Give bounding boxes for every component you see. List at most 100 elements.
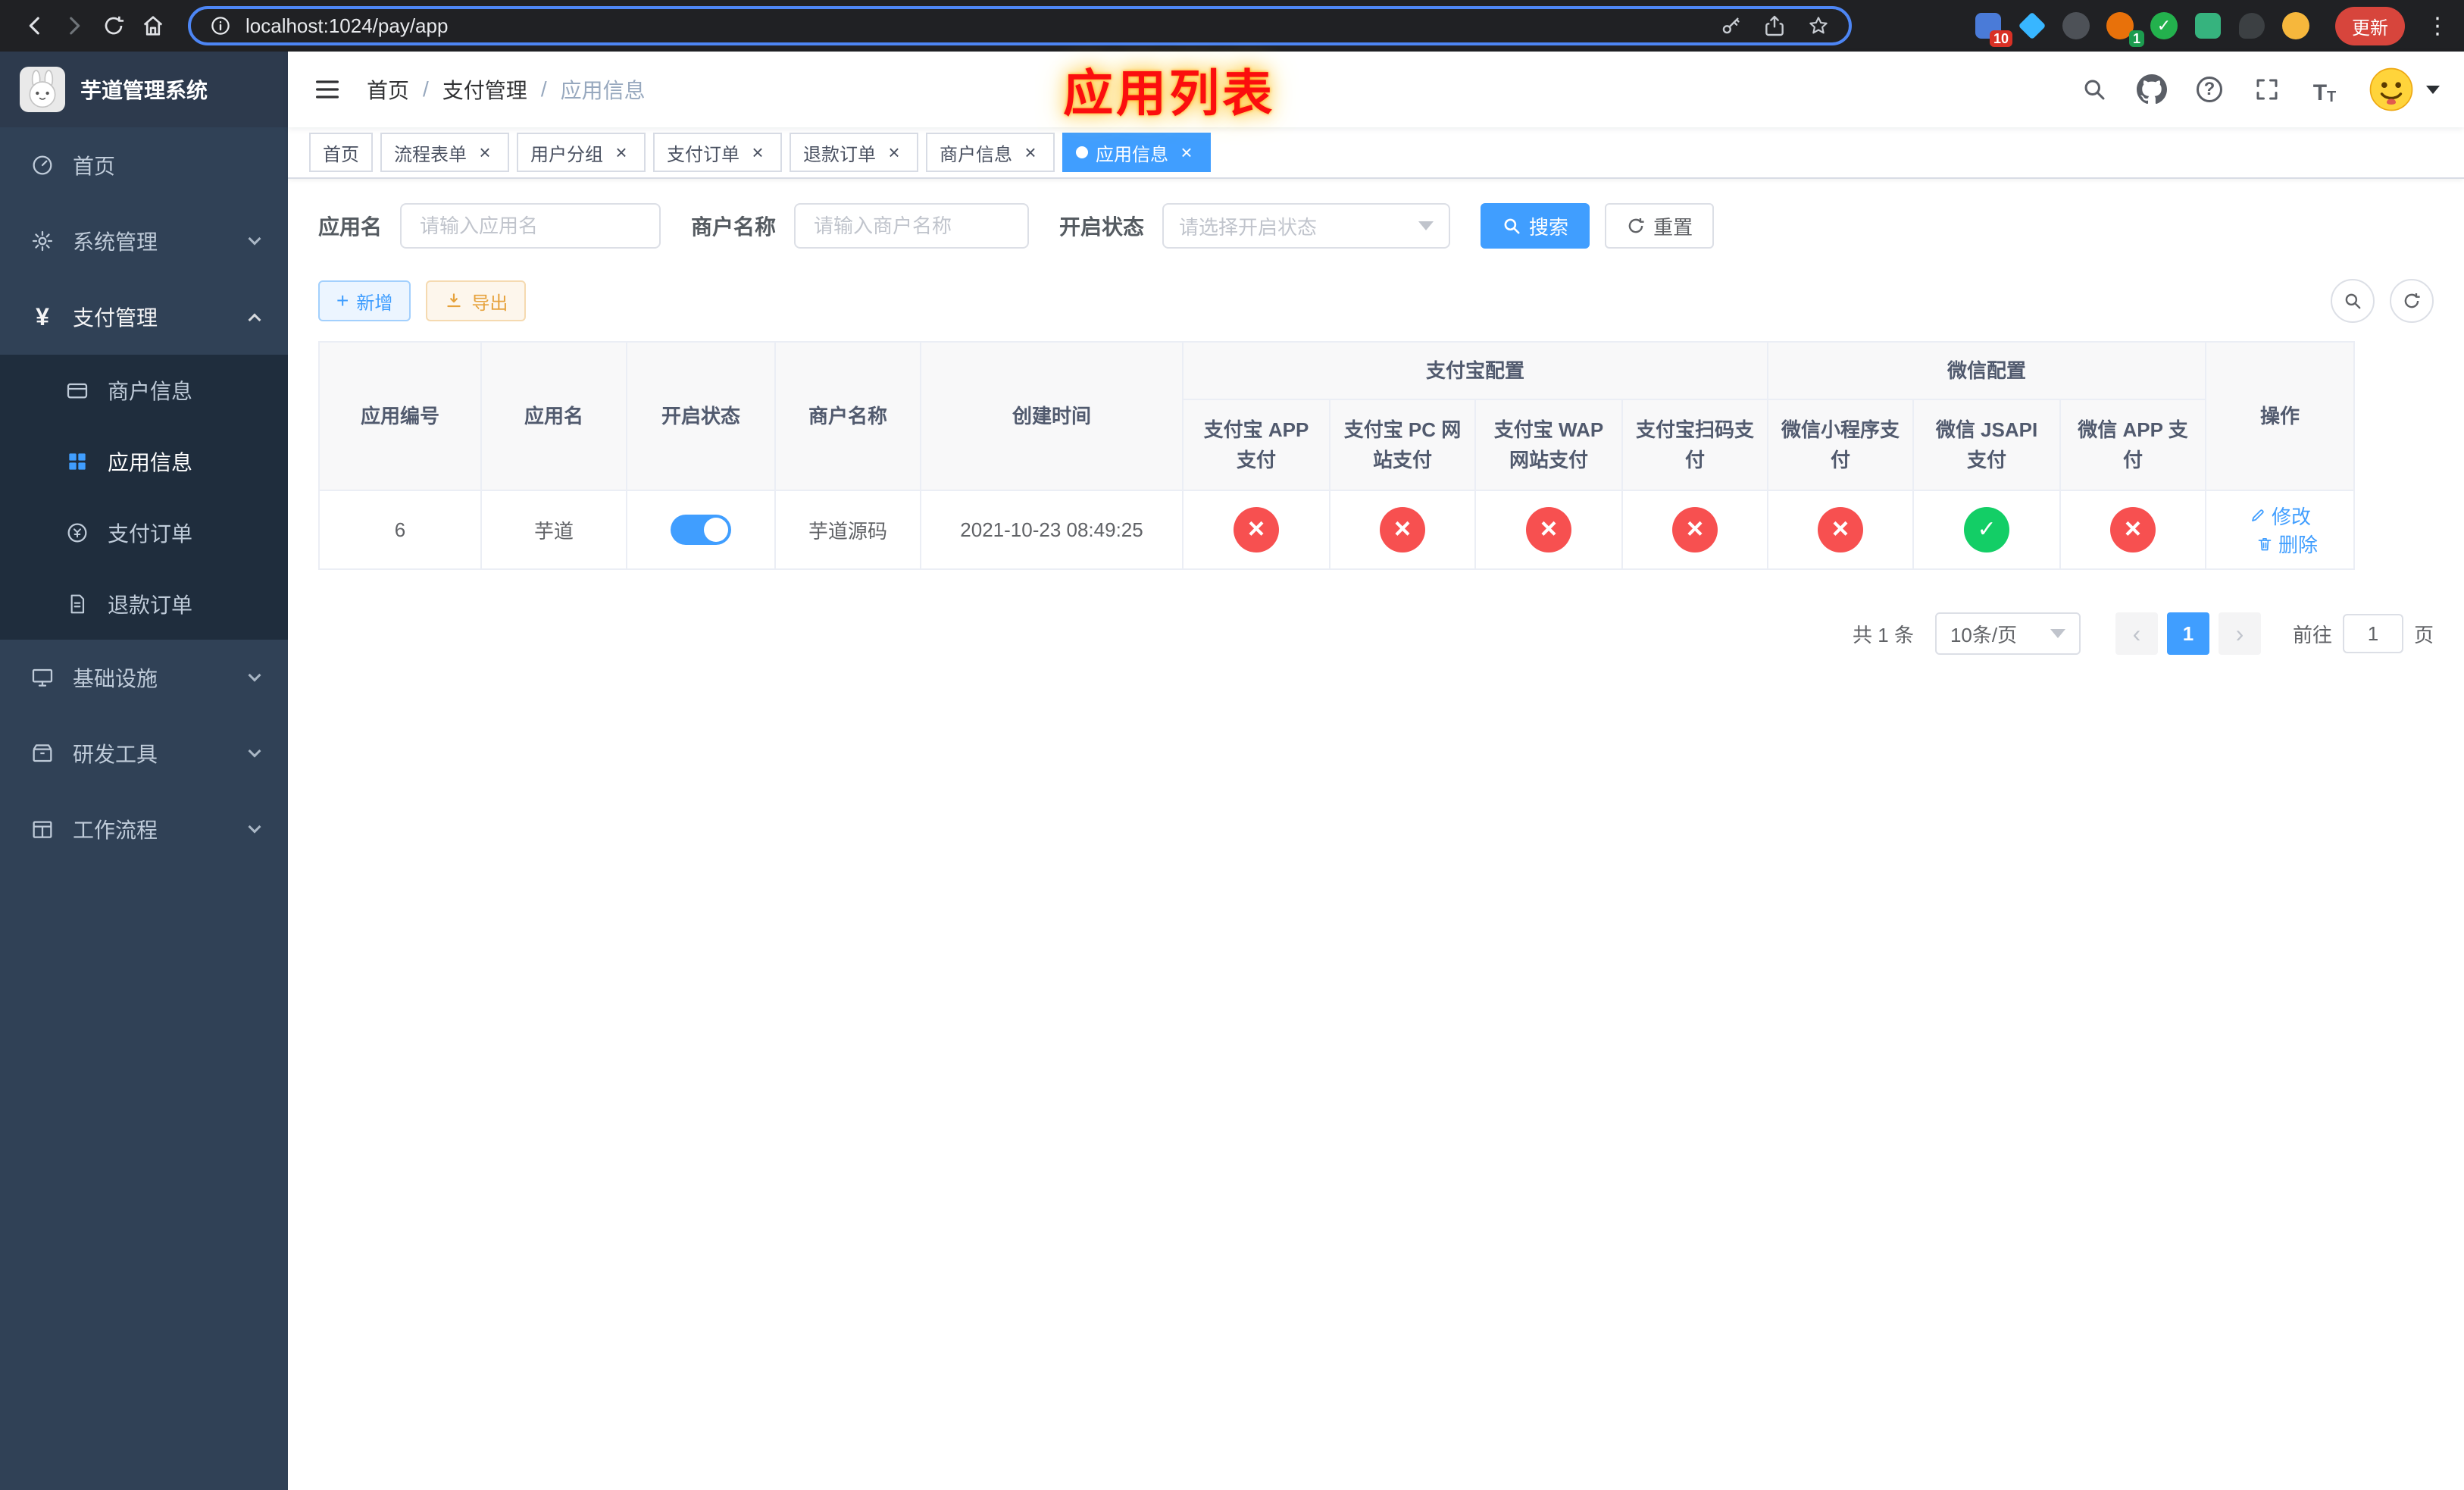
chevron-down-icon <box>248 820 261 834</box>
cell-actions: 修改 删除 <box>2205 490 2356 570</box>
chevron-down-icon <box>2050 629 2065 638</box>
sidebar-subitem-refund-order[interactable]: 退款订单 <box>0 568 288 640</box>
page-annotation: 应用列表 <box>1063 65 1276 121</box>
extension-icon[interactable] <box>2017 11 2047 41</box>
goto-page-input[interactable] <box>2342 614 2403 653</box>
extension-icon[interactable]: ✓ <box>2149 11 2179 41</box>
chevron-down-icon <box>248 232 261 246</box>
caret-down-icon <box>2426 85 2440 94</box>
tab-merchant-info[interactable]: 商户信息 × <box>926 133 1055 172</box>
sidebar-logo[interactable]: 芋道管理系统 <box>0 52 288 127</box>
edit-link[interactable]: 修改 <box>2249 502 2311 530</box>
next-page-button[interactable]: › <box>2218 612 2261 655</box>
extension-icon[interactable]: 1 <box>2105 11 2144 47</box>
screen: localhost:1024/pay/app 10 1 ✓ 更新 ⋮ 芋道管理系… <box>0 0 2464 1490</box>
password-key-icon[interactable] <box>1718 14 1743 38</box>
close-icon[interactable]: × <box>883 142 905 163</box>
breadcrumb: 首页 / 支付管理 / 应用信息 <box>367 74 646 105</box>
share-icon[interactable] <box>1762 14 1787 38</box>
toggle-search-button[interactable] <box>2331 279 2375 323</box>
breadcrumb-separator: / <box>423 77 429 101</box>
home-icon[interactable] <box>133 6 173 45</box>
add-button[interactable]: + 新增 <box>318 280 411 321</box>
sidebar-subitem-pay-order[interactable]: 支付订单 <box>0 497 288 568</box>
browser-update-button[interactable]: 更新 <box>2335 6 2405 45</box>
trash-icon <box>2258 537 2272 550</box>
sidebar-item-system[interactable]: 系统管理 <box>0 203 288 279</box>
breadcrumb-payment[interactable]: 支付管理 <box>442 74 527 105</box>
close-icon[interactable]: × <box>1176 142 1197 163</box>
github-icon[interactable] <box>2135 73 2169 106</box>
search-icon[interactable] <box>2078 73 2111 106</box>
user-menu[interactable] <box>2369 67 2440 112</box>
sidebar-item-payment[interactable]: ¥ 支付管理 <box>0 279 288 355</box>
extension-icon[interactable] <box>2237 11 2267 41</box>
font-size-icon[interactable]: TT <box>2308 73 2341 106</box>
address-bar[interactable]: localhost:1024/pay/app <box>188 6 1852 45</box>
tab-pay-order[interactable]: 支付订单 × <box>653 133 782 172</box>
browser-menu-icon[interactable]: ⋮ <box>2426 13 2449 39</box>
tab-user-group[interactable]: 用户分组 × <box>517 133 646 172</box>
app-name-input[interactable] <box>400 203 661 249</box>
forward-icon[interactable] <box>55 6 94 45</box>
sidebar-item-infrastructure[interactable]: 基础设施 <box>0 640 288 715</box>
page-number-button[interactable]: 1 <box>2166 612 2209 655</box>
export-button[interactable]: 导出 <box>426 280 527 321</box>
filter-label: 应用名 <box>318 215 383 239</box>
chevron-up-icon <box>248 313 261 327</box>
breadcrumb-home[interactable]: 首页 <box>367 74 409 105</box>
tab-app-info[interactable]: 应用信息 × <box>1062 133 1211 172</box>
sidebar-item-workflow[interactable]: 工作流程 <box>0 791 288 867</box>
prev-page-button[interactable]: ‹ <box>2115 612 2158 655</box>
browser-toolbar: localhost:1024/pay/app 10 1 ✓ 更新 ⋮ <box>0 0 2464 52</box>
close-icon[interactable]: × <box>747 142 768 163</box>
sidebar-item-label: 研发工具 <box>73 743 158 766</box>
tab-process-form[interactable]: 流程表单 × <box>380 133 509 172</box>
sidebar-item-home[interactable]: 首页 <box>0 127 288 203</box>
merchant-name-input[interactable] <box>794 203 1030 249</box>
extension-icon[interactable] <box>2281 11 2311 41</box>
site-info-icon[interactable] <box>209 14 232 37</box>
tab-label: 应用信息 <box>1096 144 1168 165</box>
extension-icon[interactable] <box>2061 11 2091 41</box>
column-header: 应用名 <box>480 341 627 491</box>
sidebar: 芋道管理系统 首页 系统管理 ¥ 支付管理 商户信息 应用信息 支付订单 退款订… <box>0 52 288 1490</box>
tab-home[interactable]: 首页 <box>309 133 373 172</box>
button-label: 搜索 <box>1529 215 1569 239</box>
cell-merchant: 芋道源码 <box>774 490 921 570</box>
sidebar-item-label: 支付管理 <box>73 306 158 330</box>
sidebar-subitem-app-info[interactable]: 应用信息 <box>0 426 288 497</box>
sidebar-subitem-merchant-info[interactable]: 商户信息 <box>0 355 288 426</box>
page-size-value: 10条/页 <box>1950 623 2018 646</box>
filter-status: 开启状态 请选择开启状态 <box>1059 203 1451 249</box>
tab-refund-order[interactable]: 退款订单 × <box>790 133 918 172</box>
back-icon[interactable] <box>15 6 55 45</box>
close-icon[interactable]: × <box>1020 142 1041 163</box>
close-icon[interactable]: × <box>611 142 632 163</box>
refresh-table-button[interactable] <box>2390 279 2434 323</box>
fullscreen-icon[interactable] <box>2250 73 2284 106</box>
reset-button[interactable]: 重置 <box>1605 203 1715 249</box>
gear-icon <box>29 229 56 253</box>
edit-pencil-icon <box>2252 509 2264 521</box>
hamburger-icon[interactable] <box>312 74 342 105</box>
page-size-select[interactable]: 10条/页 <box>1934 612 2081 655</box>
close-icon[interactable]: × <box>474 142 496 163</box>
status-toggle[interactable] <box>671 515 731 545</box>
extension-icon[interactable] <box>2193 11 2223 41</box>
reload-icon[interactable] <box>94 6 133 45</box>
sidebar-item-devtools[interactable]: 研发工具 <box>0 715 288 791</box>
pagination-total: 共 1 条 <box>1853 623 1914 646</box>
bookmark-star-icon[interactable] <box>1806 14 1831 38</box>
column-header: 微信 APP 支付 <box>2059 399 2207 491</box>
search-button[interactable]: 搜索 <box>1481 203 1590 249</box>
extension-icon[interactable]: 10 <box>1973 11 2012 47</box>
url-text[interactable]: localhost:1024/pay/app <box>245 14 1705 38</box>
column-header: 微信小程序支付 <box>1767 399 1915 491</box>
cell-app-id: 6 <box>318 490 482 570</box>
delete-link[interactable]: 删除 <box>2256 530 2318 558</box>
status-select[interactable]: 请选择开启状态 <box>1162 203 1451 249</box>
cell-created-at: 2021-10-23 08:49:25 <box>920 490 1184 570</box>
help-icon[interactable]: ? <box>2193 73 2226 106</box>
search-icon <box>2345 293 2361 309</box>
